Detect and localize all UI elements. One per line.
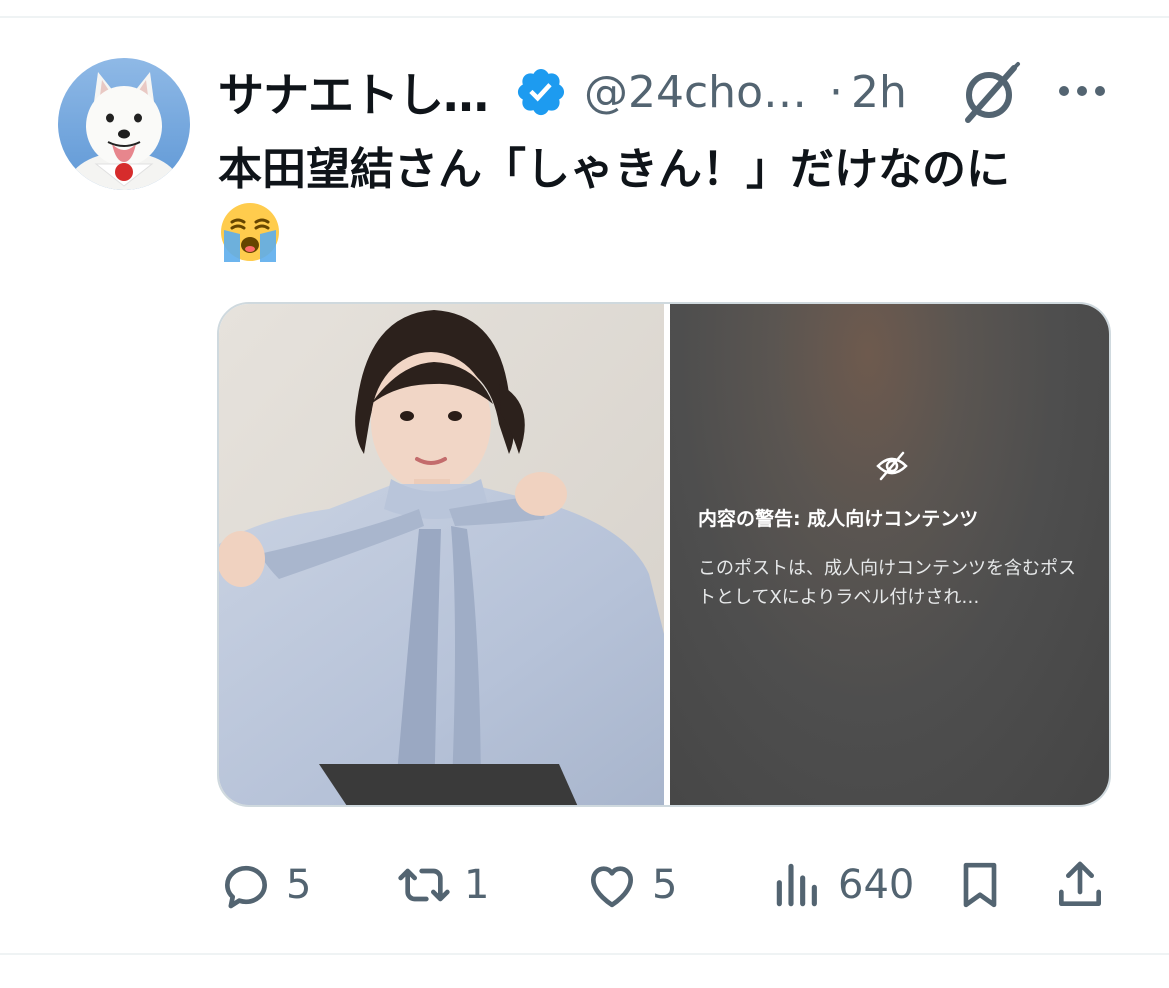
action-bar: 5 1 5 640 [218, 850, 1113, 920]
share-button[interactable] [1052, 850, 1108, 920]
bookmark-icon [963, 862, 997, 908]
views-chart-icon [776, 863, 817, 907]
author-handle[interactable]: @24cho… [584, 67, 807, 118]
sensitive-media-cover[interactable]: 内容の警告: 成人向けコンテンツ このポストは、成人向けコンテンツを含むポストと… [670, 304, 1109, 805]
repost-button[interactable]: 1 [396, 850, 489, 920]
reply-icon [225, 865, 267, 909]
repost-count: 1 [464, 862, 490, 908]
verified-badge-icon[interactable] [514, 65, 568, 119]
photo-image [219, 304, 664, 805]
views-button[interactable]: 640 [770, 850, 914, 920]
like-count: 5 [652, 862, 678, 908]
tweet-text: 本田望結さん「しゃきん！」だけなのに [218, 144, 1010, 195]
share-icon [1059, 861, 1101, 906]
bookmark-button[interactable] [952, 850, 1008, 920]
top-divider [0, 16, 1169, 18]
reply-count: 5 [286, 862, 312, 908]
views-count: 640 [838, 862, 915, 908]
content-warning-body: このポストは、成人向けコンテンツを含むポストとしてXによりラベル付けされ… [698, 558, 1076, 608]
bottom-divider [0, 953, 1169, 955]
content-warning-title: 内容の警告: 成人向けコンテンツ [698, 508, 979, 530]
avatar[interactable] [58, 58, 190, 190]
grok-icon[interactable] [958, 60, 1024, 126]
media-grid: 内容の警告: 成人向けコンテンツ このポストは、成人向けコンテンツを含むポストと… [217, 302, 1111, 807]
post-time[interactable]: 2h [851, 67, 907, 118]
avatar-dog-icon [58, 58, 190, 190]
heart-icon [591, 866, 633, 908]
more-options-icon[interactable] [1056, 74, 1108, 108]
repost-icon [398, 868, 450, 902]
author-display-name[interactable]: サナエトし… [218, 59, 489, 125]
media-photo[interactable] [219, 304, 664, 805]
reply-button[interactable]: 5 [218, 850, 311, 920]
header-separator: · [829, 66, 843, 118]
eye-slash-icon [876, 451, 908, 481]
loudly-crying-face-icon [221, 203, 279, 262]
like-button[interactable]: 5 [584, 850, 677, 920]
